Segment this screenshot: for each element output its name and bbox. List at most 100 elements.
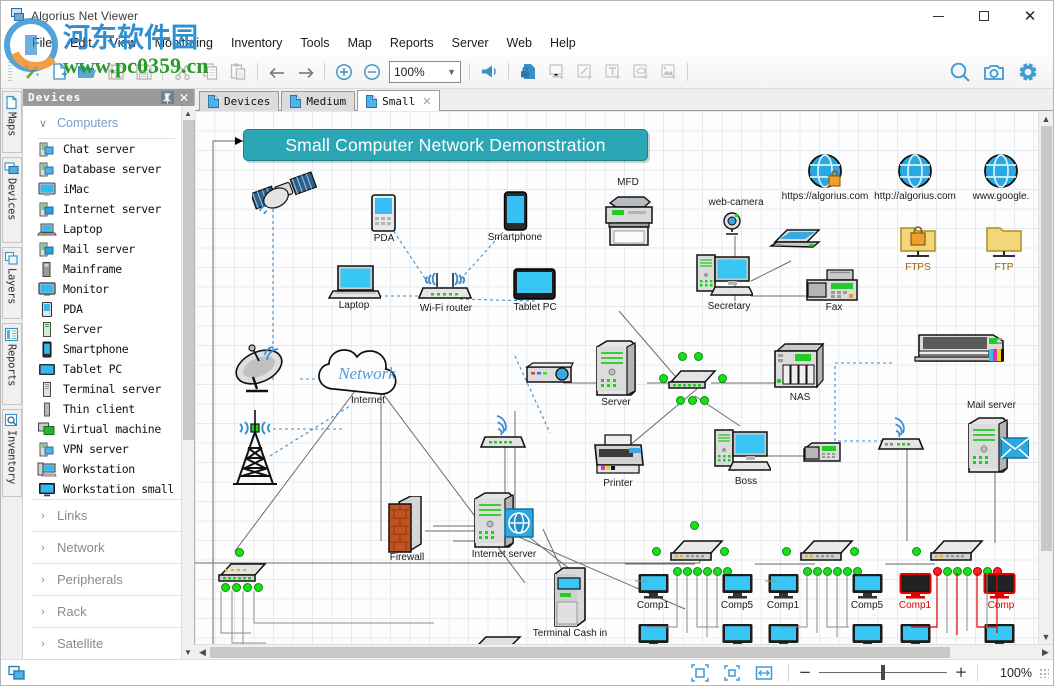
lock-document-icon[interactable] [515,59,541,85]
map-node-comp5-b[interactable]: Comp5 [851,573,884,604]
map-node-printer[interactable]: Printer [591,433,645,482]
canvas-vertical-scrollbar[interactable]: ▲ ▼ [1038,111,1053,644]
map-node-radio-tower[interactable] [225,406,285,491]
scroll-up-button[interactable]: ▲ [182,106,195,120]
menu-item-help[interactable]: Help [541,33,585,53]
devices-panel-scrollbar[interactable]: ▲ ▼ [181,106,194,659]
map-node-satellite-dish[interactable] [231,341,289,402]
save-as-icon[interactable] [130,59,156,85]
menu-item-map[interactable]: Map [339,33,381,53]
map-node-clipped-device[interactable] [470,631,522,644]
copy-icon[interactable] [197,59,223,85]
scroll-up-button[interactable]: ▲ [1039,111,1053,126]
add-device-icon[interactable] [543,59,569,85]
device-item-mainframe[interactable]: Mainframe [31,259,181,279]
fit-width-icon[interactable] [751,662,777,684]
undo-arrow-icon[interactable] [264,59,290,85]
map-node-wifi-router[interactable]: Wi-Fi router [417,266,473,311]
map-node-web-camera[interactable]: web-camera [720,211,744,242]
device-group-computers[interactable]: ∨ Computers [31,110,181,136]
map-node-central-switch[interactable] [667,366,719,395]
device-item-server[interactable]: Server [31,319,181,339]
save-icon[interactable] [102,59,128,85]
scroll-down-button[interactable]: ▼ [182,645,195,659]
menu-item-edit[interactable]: Edit [61,33,101,53]
map-node-monitor-row2[interactable] [637,623,670,644]
device-item-pda[interactable]: PDA [31,299,181,319]
menu-item-web[interactable]: Web [498,33,541,53]
rail-tab-maps[interactable]: Maps [2,91,22,153]
map-node-wifi-ap-center[interactable] [479,409,527,458]
tab-small[interactable]: Small ✕ [357,90,440,111]
map-node-comp-offline[interactable]: Comp [983,573,1016,604]
paste-icon[interactable] [225,59,251,85]
rail-tab-reports[interactable]: Reports [2,323,22,405]
map-node-projector[interactable] [525,361,575,392]
add-text-icon[interactable] [599,59,625,85]
device-item-workstation[interactable]: Workstation [31,459,181,479]
map-node-monitor-row2[interactable] [983,623,1016,644]
network-map-canvas[interactable]: Small Computer Network Demonstration [195,111,1038,644]
map-node-plotter[interactable] [913,329,1005,376]
menu-item-server[interactable]: Server [443,33,498,53]
map-node-terminal-cash-in[interactable]: Terminal Cash in [551,566,589,633]
tab-devices[interactable]: Devices [199,91,279,111]
map-node-smartphone[interactable]: Smartphone [503,191,528,236]
map-node-phone[interactable] [800,441,842,474]
device-group-peripherals[interactable]: › Peripherals [31,563,181,595]
close-icon[interactable]: ✕ [177,92,191,104]
map-node-secretary[interactable]: Secretary [695,251,753,306]
map-node-server[interactable]: Server [595,339,637,402]
zoom-slider[interactable]: − + [797,665,969,680]
tab-medium[interactable]: Medium [281,91,355,111]
rail-tab-devices[interactable]: Devices [2,157,22,243]
scroll-thumb[interactable] [183,120,194,440]
device-group-network[interactable]: › Network [31,531,181,563]
device-item-virtual-machine[interactable]: Virtual machine [31,419,181,439]
map-node-monitor-row2[interactable] [767,623,800,644]
scroll-down-button[interactable]: ▼ [1039,629,1053,644]
map-node-ftp[interactable]: FTP [985,223,1023,268]
menu-item-reports[interactable]: Reports [381,33,443,53]
device-item-database-server[interactable]: Database server [31,159,181,179]
scroll-track[interactable] [210,645,1038,660]
map-node-network-cloud[interactable]: Network Internet [312,343,422,408]
add-cloud-icon[interactable] [627,59,653,85]
zoom-out-icon[interactable] [359,59,385,85]
scroll-track[interactable] [1039,126,1053,629]
map-node-satellite[interactable] [252,166,320,233]
device-item-laptop[interactable]: Laptop [31,219,181,239]
device-item-vpn-server[interactable]: VPN server [31,439,181,459]
device-item-imac[interactable]: iMac [31,179,181,199]
map-node-mfd[interactable]: MFD [600,193,658,254]
zoom-in-icon[interactable] [331,59,357,85]
menu-item-monitoring[interactable]: Monitoring [146,33,222,53]
maximize-button[interactable] [961,1,1007,31]
search-icon[interactable] [944,56,976,88]
device-item-smartphone[interactable]: Smartphone [31,339,181,359]
map-node-switch-bank-2[interactable] [799,536,857,567]
fit-selection-icon[interactable] [719,662,745,684]
scroll-thumb[interactable] [1041,126,1052,551]
gear-icon[interactable] [1012,56,1044,88]
minimize-button[interactable] [915,1,961,31]
map-node-http-algorius[interactable]: http://algorius.com [897,153,933,194]
megaphone-icon[interactable] [476,59,502,85]
menu-item-view[interactable]: View [101,33,146,53]
cut-scissors-icon[interactable] [169,59,195,85]
device-item-terminal-server[interactable]: Terminal server [31,379,181,399]
map-node-www-google[interactable]: www.google. [983,153,1019,194]
menu-item-tools[interactable]: Tools [291,33,338,53]
open-folder-icon[interactable] [74,59,100,85]
device-item-workstation-small[interactable]: Workstation small [31,479,181,499]
map-node-switch-bank-1[interactable] [669,536,727,567]
map-node-nas[interactable]: NAS [773,341,827,396]
camera-icon[interactable] [978,56,1010,88]
redo-arrow-icon[interactable] [292,59,318,85]
close-button[interactable]: ✕ [1007,1,1053,31]
device-group-links[interactable]: › Links [31,499,181,531]
device-item-monitor[interactable]: Monitor [31,279,181,299]
device-item-tablet-pc[interactable]: Tablet PC [31,359,181,379]
map-node-comp5-a[interactable]: Comp5 [721,573,754,604]
map-title-banner[interactable]: Small Computer Network Demonstration [243,129,648,161]
